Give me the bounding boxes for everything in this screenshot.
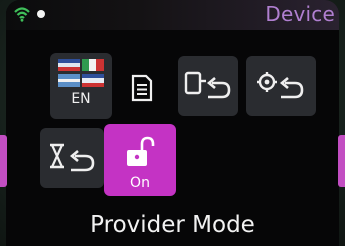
language-label: EN — [71, 91, 91, 107]
unlock-icon — [127, 136, 155, 166]
provider-lock-label: On — [130, 175, 150, 191]
flags-icon — [58, 59, 104, 87]
scroll-right-indicator[interactable] — [338, 135, 345, 187]
wifi-icon — [14, 7, 30, 22]
device-screen: Device EN On Provider Mode — [6, 0, 339, 246]
device-return-icon — [184, 71, 231, 99]
timer-return-tile[interactable] — [40, 128, 104, 188]
document-icon — [131, 74, 153, 102]
provider-lock-tile[interactable]: On — [104, 124, 176, 196]
gear-return-icon — [257, 72, 304, 99]
document-tile[interactable] — [112, 58, 172, 118]
hourglass-return-icon — [50, 143, 95, 172]
header-bar: Device — [6, 0, 339, 30]
language-tile[interactable]: EN — [50, 53, 112, 119]
header-title: Device — [265, 2, 335, 26]
scroll-left-indicator[interactable] — [0, 135, 7, 187]
device-return-tile[interactable] — [178, 56, 238, 116]
status-dot — [37, 10, 45, 18]
settings-return-tile[interactable] — [246, 56, 316, 116]
mode-label: Provider Mode — [90, 212, 255, 238]
